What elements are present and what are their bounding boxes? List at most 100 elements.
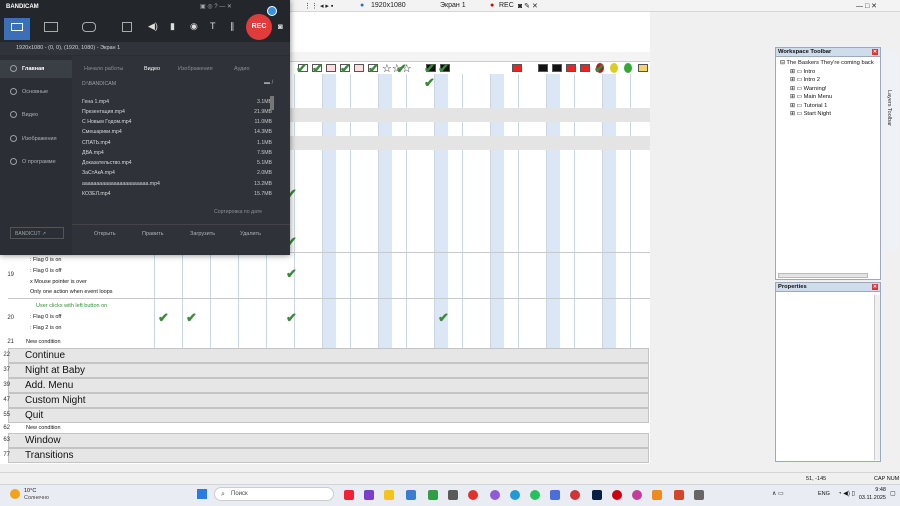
webcam-icon[interactable] (122, 22, 132, 32)
edit-button[interactable]: Править (142, 231, 163, 237)
tree-root[interactable]: ⊟ The Baskers They're coming back (780, 60, 874, 66)
check-icon[interactable]: ✔ (368, 62, 379, 75)
app-icon[interactable] (570, 490, 580, 500)
mic-icon[interactable]: ▮ (170, 21, 175, 32)
group-transitions[interactable]: Transitions (8, 448, 649, 463)
tab-video[interactable]: Видео (144, 66, 160, 72)
app-icon[interactable] (550, 490, 560, 500)
check-icon[interactable]: ✔ (438, 311, 449, 324)
file-row[interactable]: Презентация.mp4 21.9MB (82, 109, 272, 115)
clock-date[interactable]: 03.11.2025 (856, 495, 886, 501)
group-quit[interactable]: Quit (8, 408, 649, 423)
condition-line[interactable]: Only one action when event loops (30, 289, 113, 295)
screen-mode-button[interactable] (4, 18, 30, 40)
sort-button[interactable]: Сортировка по дате (214, 209, 262, 215)
sidebar-item-about[interactable]: О программе (0, 153, 72, 171)
open-button[interactable]: Открыть (94, 231, 116, 237)
powerpoint-icon[interactable] (674, 490, 684, 500)
sidebar-item-video[interactable]: Видео (0, 106, 72, 124)
check-icon[interactable]: ✔ (424, 76, 435, 89)
close-icon[interactable]: ✕ (872, 49, 878, 55)
new-condition[interactable]: New condition (26, 339, 61, 345)
scrollbar[interactable] (778, 273, 868, 278)
object-icon[interactable] (610, 63, 618, 73)
check-icon[interactable]: ✔ (340, 62, 351, 75)
app-icon[interactable] (448, 490, 458, 500)
new-condition[interactable]: New condition (26, 425, 61, 431)
app-icon[interactable] (694, 490, 704, 500)
condition-line[interactable]: : Flag 2 is on (30, 325, 62, 331)
check-icon[interactable]: ✔ (186, 311, 197, 324)
file-row[interactable]: ааааааааааааааааааааааа.mp4 13.2MB (82, 181, 272, 187)
check-icon[interactable]: ✔ (312, 62, 323, 75)
opera-icon[interactable] (468, 490, 478, 500)
condition-line[interactable]: : Flag 0 is off (30, 314, 61, 320)
object-icon[interactable] (638, 64, 648, 72)
file-row[interactable]: С Новым Годом.mp4 11.0MB (82, 119, 272, 125)
file-row[interactable]: Гена 1.mp4 3.1MB (82, 99, 272, 105)
app-icon[interactable] (652, 490, 662, 500)
file-row[interactable]: СПАТЬ.mp4 1.1MB (82, 140, 272, 146)
notifications-icon[interactable]: ▢ (890, 490, 896, 497)
window-controls[interactable]: — □ ✕ (856, 2, 877, 10)
speaker-icon[interactable]: ◀) (148, 21, 158, 32)
language-indicator[interactable]: ENG (818, 491, 830, 497)
check-icon[interactable]: ✔ (594, 62, 605, 75)
scrollbar[interactable] (270, 96, 274, 110)
check-icon[interactable]: ✔ (296, 62, 307, 75)
check-icon[interactable]: ✔ (438, 62, 449, 75)
start-icon[interactable] (197, 489, 207, 499)
object-icon[interactable] (580, 64, 590, 72)
app-icon[interactable] (428, 490, 438, 500)
check-icon[interactable]: ✔ (286, 311, 297, 324)
group-add-menu[interactable]: Add. Menu (8, 378, 649, 393)
object-icon[interactable] (566, 64, 576, 72)
tree-frame[interactable]: ⊞ ▭ Warning! (790, 86, 827, 92)
condition-line[interactable]: x Mouse pointer is over (30, 279, 87, 285)
object-icon[interactable] (624, 63, 632, 73)
app-icon[interactable] (364, 490, 374, 500)
clock-time[interactable]: 9:48 (864, 487, 886, 493)
condition-line[interactable]: : Flag 0 is on (30, 257, 62, 263)
text-icon[interactable]: T (210, 21, 216, 31)
tab-audio[interactable]: Аудио (234, 66, 250, 72)
object-icon[interactable] (538, 64, 548, 72)
object-icon[interactable] (552, 64, 562, 72)
rec-label[interactable]: REC (499, 2, 514, 9)
delete-button[interactable]: Удалить (240, 231, 261, 237)
app-icon[interactable] (632, 490, 642, 500)
bandicam-icon[interactable] (612, 490, 622, 500)
sidebar-item-home[interactable]: Главная (0, 60, 72, 78)
object-icon[interactable] (512, 64, 522, 72)
hdmi-icon[interactable] (44, 22, 58, 32)
file-row[interactable]: КОЗЕЛ.mp4 15.7MB (82, 191, 272, 197)
whatsapp-icon[interactable] (530, 490, 540, 500)
camera-icon[interactable]: ◙ ✎ ✕ (518, 2, 538, 10)
yandex-icon[interactable] (344, 490, 354, 500)
folder-icon[interactable]: ▬ / (264, 80, 273, 86)
check-icon[interactable]: ✔ (158, 311, 169, 324)
group-custom-night[interactable]: Custom Night (8, 393, 649, 408)
network-icon[interactable]: ◔ ◀) ▯ (838, 490, 855, 497)
sidebar-item-general[interactable]: Основные (0, 83, 72, 101)
group-continue[interactable]: Continue (8, 348, 649, 363)
group-window[interactable]: Window (8, 433, 649, 448)
tray-icons[interactable]: ∧ ▭ (772, 490, 784, 497)
photoshop-icon[interactable] (592, 490, 602, 500)
tree-frame[interactable]: ⊞ ▭ Start Night (790, 111, 831, 117)
search-box[interactable]: ⌕ Поиск (214, 487, 334, 501)
file-row[interactable]: Доказательство.mp4 5.1MB (82, 160, 272, 166)
camera-icon[interactable]: ◙ (278, 22, 283, 31)
edge-icon[interactable] (510, 490, 520, 500)
app-icon[interactable] (490, 490, 500, 500)
sidebar-item-images[interactable]: Изображения (0, 130, 72, 148)
cursor-icon[interactable]: ◉ (190, 21, 198, 32)
group-night-at-baby[interactable]: Night at Baby (8, 363, 649, 378)
check-icon[interactable]: ✔ (424, 62, 435, 75)
app-icon[interactable] (384, 490, 394, 500)
file-row[interactable]: ДВА.mp4 7.5MB (82, 150, 272, 156)
scrollbar[interactable] (874, 295, 880, 460)
tree-frame[interactable]: ⊞ ▭ Main Menu (790, 94, 832, 100)
window-controls[interactable]: ▣ ◎ ? — ✕ (200, 3, 232, 10)
tree-frame[interactable]: ⊞ ▭ Tutorial 1 (790, 103, 827, 109)
